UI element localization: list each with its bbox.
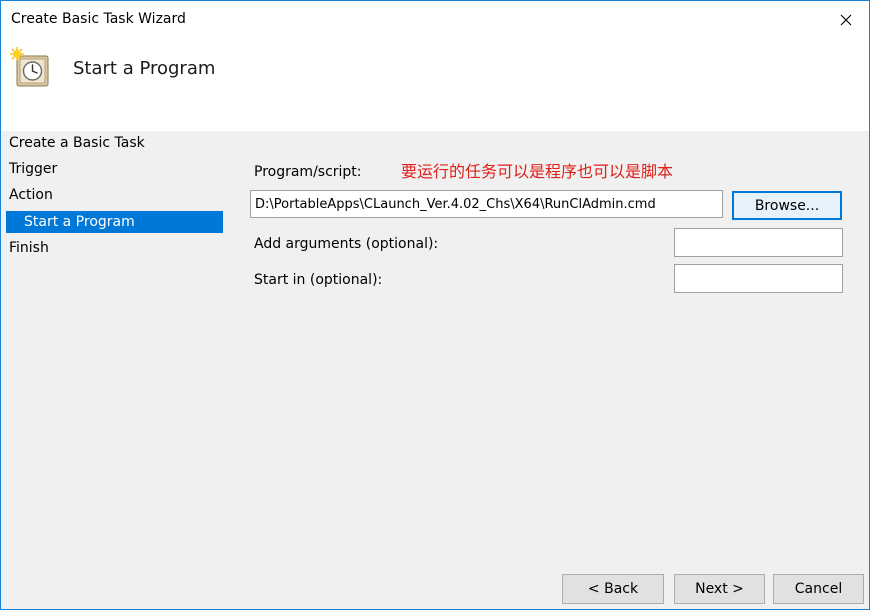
cancel-button[interactable]: Cancel (773, 574, 864, 604)
step-start-a-program: Start a Program (6, 211, 223, 233)
add-arguments-input[interactable] (674, 228, 843, 257)
program-script-input[interactable] (250, 190, 723, 218)
page-title: Start a Program (73, 58, 216, 79)
start-in-input[interactable] (674, 264, 843, 293)
start-in-label: Start in (optional): (254, 272, 383, 288)
step-trigger: Trigger (9, 161, 58, 177)
add-arguments-label: Add arguments (optional): (254, 236, 439, 252)
close-button[interactable] (823, 1, 869, 39)
step-create-basic-task: Create a Basic Task (9, 135, 145, 151)
title-bar: Create Basic Task Wizard (1, 1, 869, 39)
browse-button[interactable]: Browse... (732, 191, 842, 220)
task-clock-icon (10, 47, 49, 87)
close-icon (840, 14, 852, 26)
annotation-note: 要运行的任务可以是程序也可以是脚本 (401, 162, 674, 181)
step-action: Action (9, 187, 53, 203)
next-button[interactable]: Next > (674, 574, 765, 604)
wizard-header: Start a Program (1, 39, 869, 131)
step-finish: Finish (9, 240, 49, 256)
back-button[interactable]: < Back (562, 574, 664, 604)
window-title: Create Basic Task Wizard (11, 11, 186, 27)
wizard-window: Create Basic Task Wizard Start a Program… (0, 0, 870, 610)
program-script-label: Program/script: (254, 164, 362, 180)
